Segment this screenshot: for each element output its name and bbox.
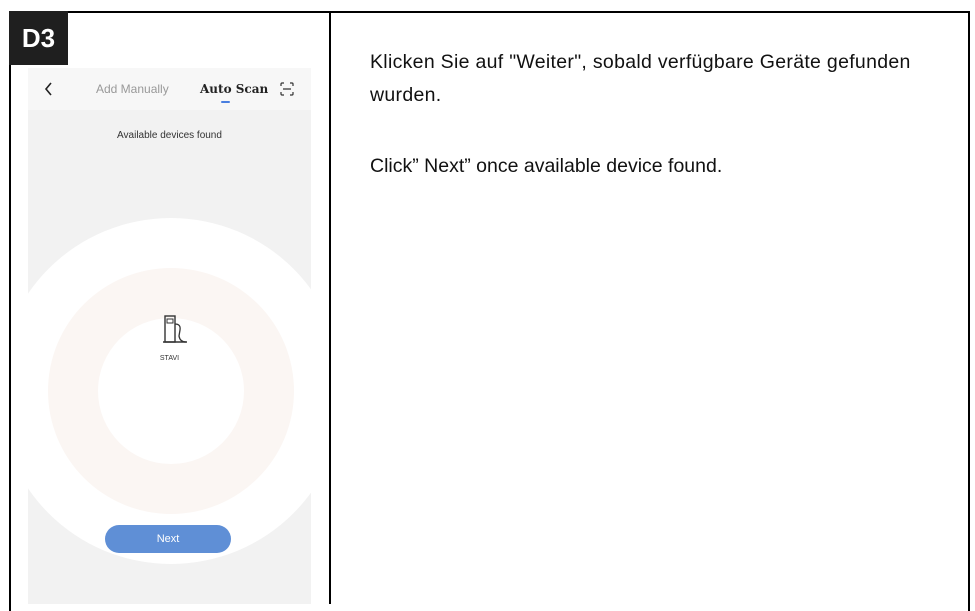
active-tab-indicator [221, 101, 230, 103]
phone-screenshot: Add Manually Auto Scan Available devices… [28, 68, 311, 604]
app-header [28, 68, 311, 110]
charger-station-icon[interactable] [159, 312, 191, 346]
scan-frame-icon[interactable] [279, 81, 295, 97]
scan-status-text: Available devices found [117, 130, 222, 141]
step-badge: D3 [9, 11, 68, 65]
back-chevron-icon[interactable] [42, 80, 56, 98]
instruction-german: Klicken Sie auf "Weiter", sobald verfügb… [370, 51, 911, 106]
next-button[interactable]: Next [105, 525, 231, 553]
column-divider [329, 11, 331, 604]
instruction-english: Click” Next” once available device found… [370, 155, 723, 177]
tab-add-manually[interactable]: Add Manually [96, 82, 169, 96]
device-name-label: STAVI [159, 355, 180, 362]
tab-auto-scan[interactable]: Auto Scan [200, 82, 268, 96]
